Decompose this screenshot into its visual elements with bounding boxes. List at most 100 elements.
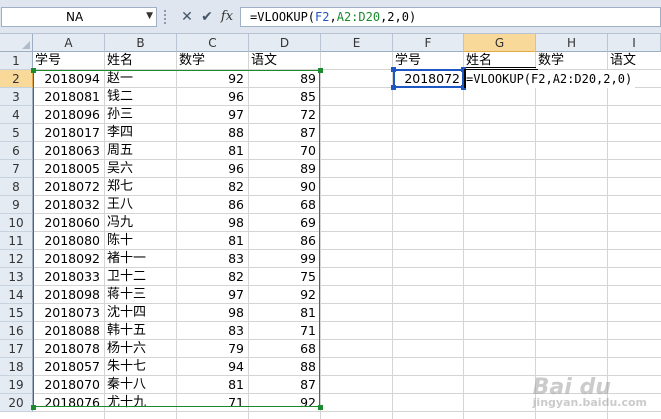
cell-chinese[interactable]: 75	[249, 268, 320, 286]
row-header-4[interactable]: 4	[0, 106, 33, 124]
cell-name[interactable]: 朱十七	[105, 358, 176, 376]
row-header-3[interactable]: 3	[0, 88, 33, 106]
row-header-19[interactable]: 19	[0, 376, 33, 394]
cell-math[interactable]: 97	[177, 286, 248, 304]
cell-id[interactable]: 2018078	[33, 340, 104, 358]
cell-id[interactable]: 2018070	[33, 376, 104, 394]
cell-chinese[interactable]: 71	[249, 322, 320, 340]
cell-chinese[interactable]: 68	[249, 196, 320, 214]
row-header-2[interactable]: 2	[0, 70, 33, 88]
cell-g2-formula[interactable]: =VLOOKUP(F2,A2:D20,2,0)	[466, 70, 636, 88]
cell-math[interactable]: 92	[177, 70, 248, 88]
cell-name[interactable]: 杨十六	[105, 340, 176, 358]
cell-chinese[interactable]: 90	[249, 178, 320, 196]
cell-math[interactable]: 96	[177, 160, 248, 178]
column-header-b[interactable]: B	[105, 34, 177, 52]
cell-math[interactable]: 83	[177, 250, 248, 268]
cell-name[interactable]: 尤十九	[105, 394, 176, 412]
insert-function-icon[interactable]: fx	[218, 7, 236, 27]
cell-name[interactable]: 王八	[105, 196, 176, 214]
cell-name[interactable]: 沈十四	[105, 304, 176, 322]
chevron-down-icon[interactable]: ▼	[146, 11, 153, 21]
cell-id[interactable]: 2018081	[33, 88, 104, 106]
column-header-f[interactable]: F	[393, 34, 464, 52]
formula-input[interactable]: =VLOOKUP(F2,A2:D20,2,0)	[240, 7, 661, 27]
formula-bar-grip-icon[interactable]	[164, 10, 172, 24]
cell-id[interactable]: 2018033	[33, 268, 104, 286]
cell-id[interactable]: 2018005	[33, 160, 104, 178]
range-handle-br[interactable]	[318, 405, 323, 410]
header-cell-chinese[interactable]: 语文	[249, 52, 320, 70]
row-header-7[interactable]: 7	[0, 160, 33, 178]
column-header-c[interactable]: C	[177, 34, 249, 52]
cell-name[interactable]: 吴六	[105, 160, 176, 178]
cell-math[interactable]: 96	[177, 88, 248, 106]
cell-id[interactable]: 2018017	[33, 124, 104, 142]
cell-math[interactable]: 71	[177, 394, 248, 412]
row-header-10[interactable]: 10	[0, 214, 33, 232]
cell-math[interactable]: 86	[177, 196, 248, 214]
cell-math[interactable]: 83	[177, 322, 248, 340]
cell-chinese[interactable]: 89	[249, 160, 320, 178]
range-handle-bl[interactable]	[31, 405, 36, 410]
name-box[interactable]: NA ▼	[1, 7, 157, 27]
header-cell-math[interactable]: 数学	[177, 52, 248, 70]
lookup-header-chinese[interactable]: 语文	[608, 52, 660, 70]
cell-name[interactable]: 韩十五	[105, 322, 176, 340]
cell-id[interactable]: 2018088	[33, 322, 104, 340]
cell-math[interactable]: 79	[177, 340, 248, 358]
cell-id[interactable]: 2018080	[33, 232, 104, 250]
row-header-13[interactable]: 13	[0, 268, 33, 286]
cell-id[interactable]: 2018032	[33, 196, 104, 214]
cell-id[interactable]: 2018057	[33, 358, 104, 376]
column-header-h[interactable]: H	[536, 34, 608, 52]
cell-chinese[interactable]: 92	[249, 286, 320, 304]
cell-name[interactable]: 蒋十三	[105, 286, 176, 304]
row-header-20[interactable]: 20	[0, 394, 33, 412]
column-header-i[interactable]: I	[608, 34, 661, 52]
cell-id[interactable]: 2018094	[33, 70, 104, 88]
cell-math[interactable]: 82	[177, 178, 248, 196]
row-header-12[interactable]: 12	[0, 250, 33, 268]
range-handle-tr[interactable]	[318, 68, 323, 73]
row-header-9[interactable]: 9	[0, 196, 33, 214]
cell-f2[interactable]: 2018072	[394, 70, 464, 88]
cell-name[interactable]: 褚十一	[105, 250, 176, 268]
cell-math[interactable]: 94	[177, 358, 248, 376]
row-header-16[interactable]: 16	[0, 322, 33, 340]
cell-name[interactable]: 郑七	[105, 178, 176, 196]
cell-chinese[interactable]: 89	[249, 70, 320, 88]
row-header-11[interactable]: 11	[0, 232, 33, 250]
lookup-header-math[interactable]: 数学	[536, 52, 607, 70]
row-header-14[interactable]: 14	[0, 286, 33, 304]
cell-chinese[interactable]: 87	[249, 376, 320, 394]
range-handle-tl[interactable]	[31, 68, 36, 73]
cell-id[interactable]: 2018076	[33, 394, 104, 412]
cell-chinese[interactable]: 70	[249, 142, 320, 160]
cell-name[interactable]: 李四	[105, 124, 176, 142]
cell-chinese[interactable]: 69	[249, 214, 320, 232]
cell-name[interactable]: 卫十二	[105, 268, 176, 286]
cell-id[interactable]: 2018096	[33, 106, 104, 124]
cell-name[interactable]: 孙三	[105, 106, 176, 124]
cell-name[interactable]: 秦十八	[105, 376, 176, 394]
cell-chinese[interactable]: 72	[249, 106, 320, 124]
cell-math[interactable]: 98	[177, 214, 248, 232]
select-all-corner[interactable]	[0, 34, 33, 52]
cell-chinese[interactable]: 86	[249, 232, 320, 250]
row-header-18[interactable]: 18	[0, 358, 33, 376]
cell-id[interactable]: 2018098	[33, 286, 104, 304]
cell-name[interactable]: 赵一	[105, 70, 176, 88]
column-header-a[interactable]: A	[33, 34, 105, 52]
column-header-e[interactable]: E	[321, 34, 393, 52]
cell-name[interactable]: 周五	[105, 142, 176, 160]
cell-math[interactable]: 88	[177, 124, 248, 142]
cell-name[interactable]: 钱二	[105, 88, 176, 106]
header-cell-name[interactable]: 姓名	[105, 52, 176, 70]
cell-math[interactable]: 82	[177, 268, 248, 286]
cell-id[interactable]: 2018063	[33, 142, 104, 160]
cell-math[interactable]: 81	[177, 142, 248, 160]
cell-math[interactable]: 81	[177, 376, 248, 394]
row-header-15[interactable]: 15	[0, 304, 33, 322]
cancel-icon[interactable]: ✕	[178, 7, 196, 27]
